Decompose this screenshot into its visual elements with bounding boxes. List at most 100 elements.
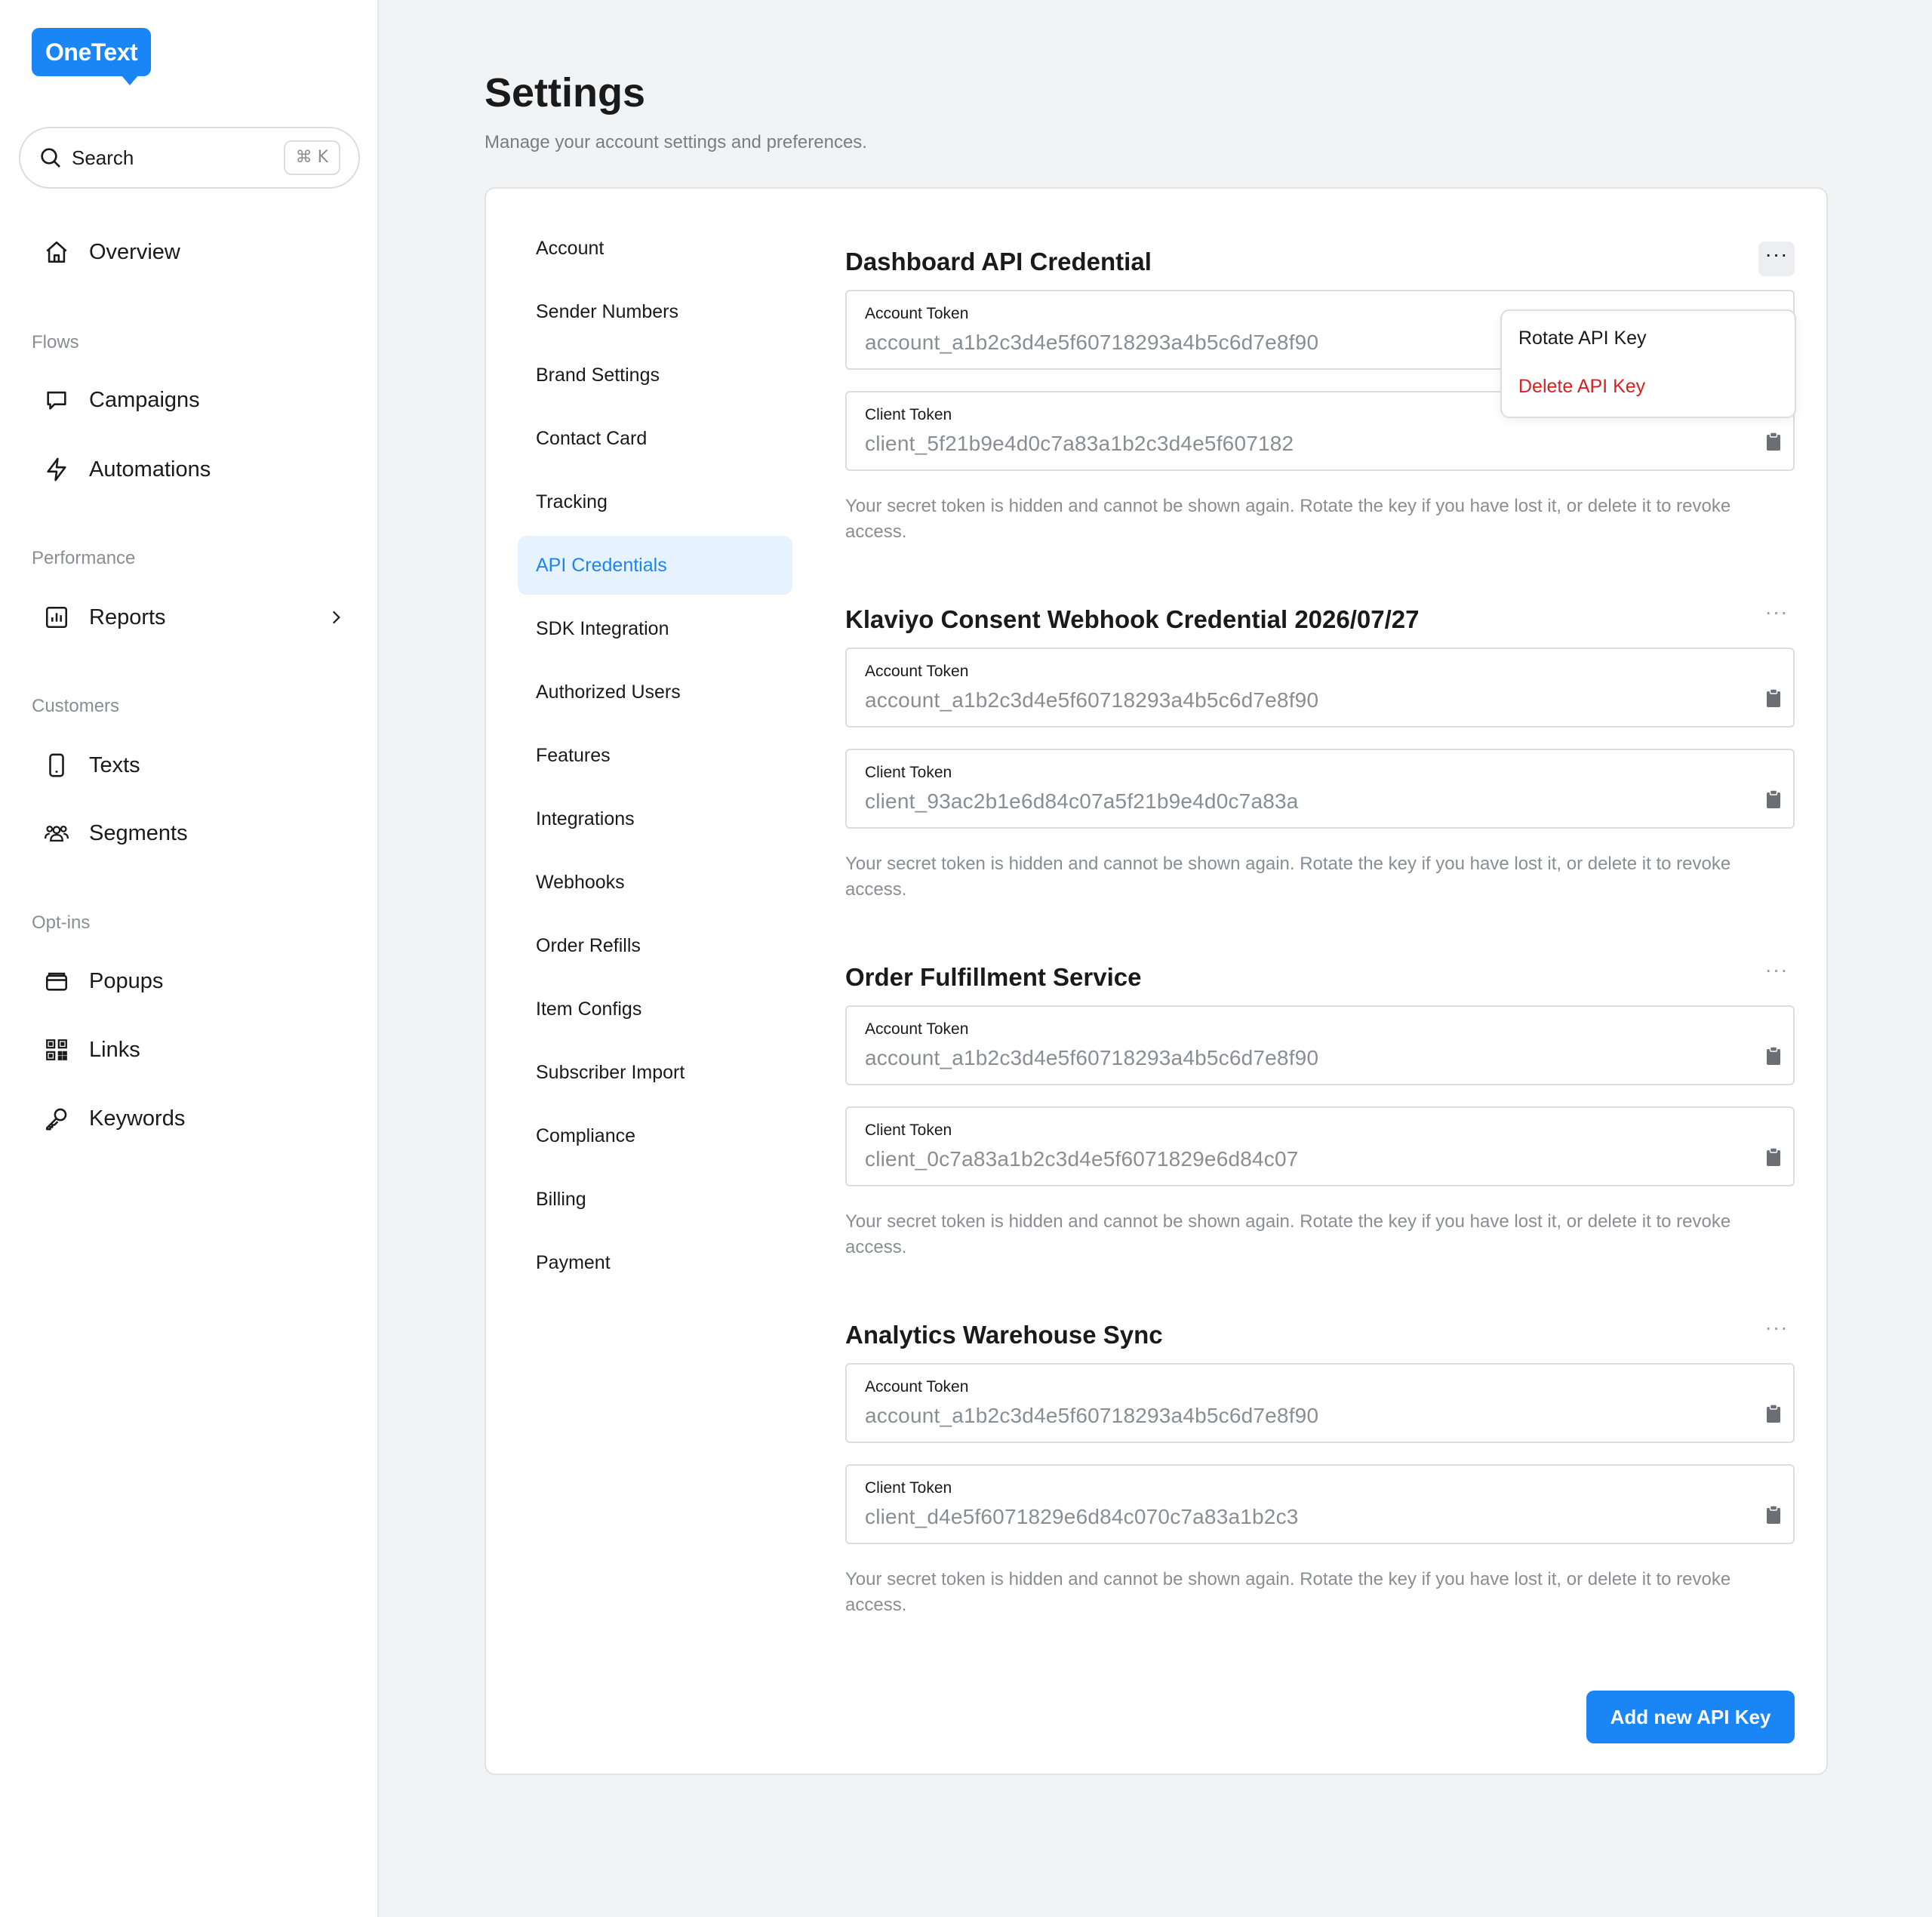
field-label: Client Token (865, 406, 952, 423)
clipboard-icon[interactable] (1766, 1505, 1781, 1525)
sidebar-item-overview[interactable]: Overview (44, 233, 346, 271)
phone-icon (49, 753, 64, 777)
more-horizontal-icon: ··· (1764, 242, 1789, 266)
clipboard-icon[interactable] (1766, 688, 1781, 708)
bar-chart-icon (45, 606, 68, 629)
onetext-logo[interactable]: OneText (32, 28, 152, 85)
credential-section: Analytics Warehouse Sync ··· Account Token… (845, 1317, 1795, 1623)
client-token-value: client_93ac2b1e6d84c07a5f21b9e4d0c7a83a (865, 789, 1299, 813)
more-horizontal-icon: ··· (1764, 1315, 1789, 1339)
popup-icon (45, 972, 68, 991)
search-bar[interactable]: Search ⌘ K (19, 127, 360, 189)
clipboard-icon[interactable] (1766, 1046, 1781, 1066)
field-label: Account Token (865, 663, 969, 680)
sidebar-item-links[interactable]: Links (44, 1031, 346, 1069)
sidebar-item-segments[interactable]: Segments (44, 814, 346, 852)
more-options-button[interactable]: ··· (1758, 242, 1795, 276)
clipboard-icon[interactable] (1766, 1147, 1781, 1167)
delete-api-key-option[interactable]: Delete API Key (1518, 376, 1645, 398)
key-icon (45, 1108, 67, 1131)
sidebar-item-campaigns[interactable]: Campaigns (44, 381, 346, 419)
field-label: Client Token (865, 1122, 952, 1139)
field-label: Client Token (865, 764, 952, 781)
settings-nav-payment[interactable]: Payment (518, 1233, 792, 1292)
credential-title: Analytics Warehouse Sync (845, 1321, 1163, 1349)
settings-nav-brand-settings[interactable]: Brand Settings (518, 346, 792, 405)
credential-section: Klaviyo Consent Webhook Credential 2026/… (845, 602, 1795, 907)
settings-nav-sender-numbers[interactable]: Sender Numbers (518, 282, 792, 341)
sidebar-item-keywords[interactable]: Keywords (44, 1100, 346, 1137)
settings-nav-compliance[interactable]: Compliance (518, 1106, 792, 1165)
field-label: Account Token (865, 1378, 969, 1395)
sidebar-item-label: Popups (89, 968, 164, 993)
more-options-button[interactable]: ··· (1758, 1315, 1795, 1349)
sidebar-item-reports[interactable]: Reports (44, 598, 346, 636)
client-token-field[interactable]: Client Token client_d4e5f6071829e6d84c070… (845, 1464, 1795, 1544)
lightning-icon (47, 457, 66, 482)
more-options-button[interactable]: ··· (1758, 957, 1795, 992)
account-token-value: account_a1b2c3d4e5f60718293a4b5c6d7e8f90 (865, 688, 1319, 712)
more-horizontal-icon: ··· (1764, 600, 1789, 623)
sidebar-item-label: Overview (89, 239, 180, 264)
sidebar-item-label: Keywords (89, 1106, 186, 1131)
settings-nav-account[interactable]: Account (518, 219, 792, 278)
client-token-value: client_5f21b9e4d0c7a83a1b2c3d4e5f607182 (865, 432, 1294, 455)
chevron-right-icon[interactable] (326, 608, 346, 627)
settings-nav-api-credentials[interactable]: API Credentials (518, 536, 792, 595)
settings-nav-tracking[interactable]: Tracking (518, 472, 792, 531)
qr-code-icon (46, 1039, 67, 1060)
sidebar-item-label: Reports (89, 605, 166, 629)
sidebar-item-texts[interactable]: Texts (44, 746, 346, 784)
account-token-field[interactable]: Account Token account_a1b2c3d4e5f60718293… (845, 1005, 1795, 1085)
credential-actions-dropdown: Rotate API Key Delete API Key (1500, 309, 1796, 418)
sidebar-item-label: Campaigns (89, 387, 200, 412)
more-options-button[interactable]: ··· (1758, 599, 1795, 634)
sidebar-item-label: Texts (89, 752, 140, 777)
settings-nav-sdk-integration[interactable]: SDK Integration (518, 599, 792, 658)
account-token-value: account_a1b2c3d4e5f60718293a4b5c6d7e8f90 (865, 1404, 1319, 1427)
settings-subnav: Account Sender Numbers Brand Settings Conta… (518, 219, 792, 1297)
sidebar-section-performance: Performance (32, 548, 136, 568)
sidebar: OneText Search ⌘ K Overview Flows Campai… (0, 0, 379, 1917)
field-label: Account Token (865, 1020, 969, 1038)
settings-nav-webhooks[interactable]: Webhooks (518, 853, 792, 912)
settings-nav-billing[interactable]: Billing (518, 1170, 792, 1229)
field-label: Account Token (865, 305, 969, 322)
clipboard-icon[interactable] (1766, 432, 1781, 451)
client-token-field[interactable]: Client Token client_0c7a83a1b2c3d4e5f6071… (845, 1106, 1795, 1186)
account-token-field[interactable]: Account Token account_a1b2c3d4e5f60718293… (845, 648, 1795, 728)
clipboard-icon[interactable] (1766, 1404, 1781, 1423)
client-token-value: client_d4e5f6071829e6d84c070c7a83a1b2c3 (865, 1505, 1299, 1528)
credential-section: Order Fulfillment Service ··· Account Toke… (845, 959, 1795, 1265)
sidebar-item-label: Automations (89, 457, 211, 482)
settings-nav-subscriber-import[interactable]: Subscriber Import (518, 1043, 792, 1102)
add-api-key-button[interactable]: Add new API Key (1586, 1691, 1795, 1743)
account-token-value: account_a1b2c3d4e5f60718293a4b5c6d7e8f90 (865, 1046, 1319, 1069)
settings-nav-order-refills[interactable]: Order Refills (518, 916, 792, 975)
secret-token-note: Your secret token is hidden and cannot b… (845, 1569, 1731, 1615)
search-icon (41, 148, 60, 168)
secret-token-note: Your secret token is hidden and cannot b… (845, 496, 1731, 542)
sidebar-section-optins: Opt-ins (32, 912, 91, 933)
clipboard-icon[interactable] (1766, 789, 1781, 809)
account-token-field[interactable]: Account Token account_a1b2c3d4e5f60718293… (845, 1363, 1795, 1443)
settings-nav-contact-card[interactable]: Contact Card (518, 409, 792, 468)
account-token-value: account_a1b2c3d4e5f60718293a4b5c6d7e8f90 (865, 331, 1319, 354)
home-icon (46, 241, 67, 263)
settings-nav-integrations[interactable]: Integrations (518, 789, 792, 848)
rotate-api-key-option[interactable]: Rotate API Key (1518, 328, 1647, 349)
settings-nav-authorized-users[interactable]: Authorized Users (518, 663, 792, 722)
sidebar-section-flows: Flows (32, 332, 79, 352)
settings-nav-features[interactable]: Features (518, 726, 792, 785)
page-subtitle: Manage your account settings and prefere… (485, 132, 867, 152)
client-token-field[interactable]: Client Token client_93ac2b1e6d84c07a5f21b… (845, 749, 1795, 829)
sidebar-section-customers: Customers (32, 696, 120, 716)
credential-title: Order Fulfillment Service (845, 963, 1142, 991)
sidebar-item-label: Links (89, 1037, 140, 1062)
credential-title: Dashboard API Credential (845, 248, 1152, 275)
sidebar-item-popups[interactable]: Popups (44, 962, 346, 1000)
sidebar-item-label: Segments (89, 820, 188, 845)
sidebar-item-automations[interactable]: Automations (44, 451, 346, 488)
more-horizontal-icon: ··· (1764, 958, 1789, 981)
settings-nav-item-configs[interactable]: Item Configs (518, 980, 792, 1039)
